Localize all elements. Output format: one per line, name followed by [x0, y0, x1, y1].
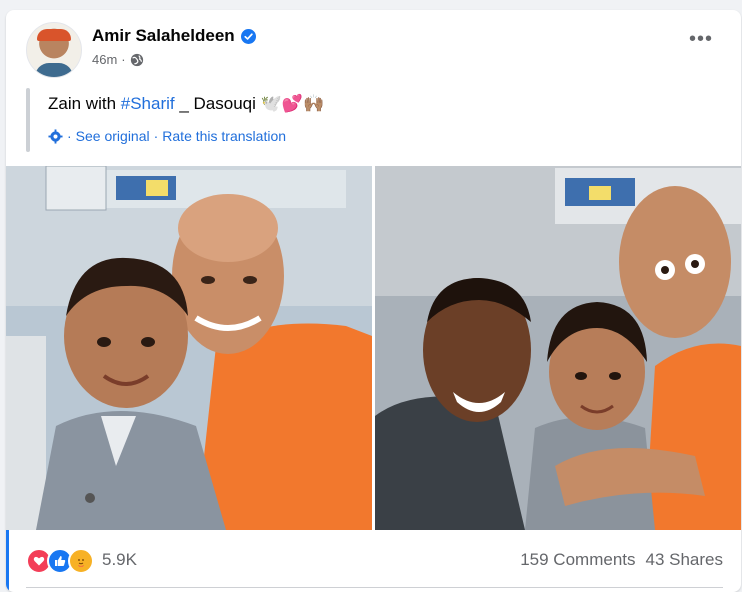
translate-separator-1: · — [67, 128, 72, 144]
translation-quote-bar — [26, 88, 30, 152]
photo-1-illustration — [6, 166, 372, 530]
comments-count[interactable]: 159 Comments — [520, 550, 635, 570]
rate-translation-link[interactable]: Rate this translation — [162, 128, 286, 144]
more-options-icon[interactable]: ••• — [689, 29, 713, 49]
post-card: Amir Salaheldeen 46m · ••• Zain with #Sh… — [6, 10, 741, 592]
reaction-icons[interactable] — [26, 548, 94, 574]
post-meta: 46m · — [92, 52, 144, 67]
post-text-suffix: _ Dasouqi 🕊️💕🙌🏽 — [174, 94, 325, 113]
reaction-count[interactable]: 5.9K — [102, 550, 137, 570]
author-name[interactable]: Amir Salaheldeen — [92, 26, 235, 46]
translate-separator-2: · — [153, 128, 159, 144]
translation-row: · See original · Rate this translation — [48, 128, 286, 144]
shares-count[interactable]: 43 Shares — [646, 550, 724, 570]
photo-1[interactable] — [6, 166, 372, 530]
care-reaction-icon — [68, 548, 94, 574]
avatar-shirt — [35, 63, 73, 77]
gear-icon[interactable] — [48, 128, 63, 144]
meta-separator: · — [121, 52, 126, 67]
post-time[interactable]: 46m — [92, 52, 117, 67]
engagement-bar: 5.9K 159 Comments 43 Shares — [6, 530, 741, 592]
engagement-divider — [26, 587, 723, 588]
verified-badge-icon — [240, 28, 256, 44]
see-original-link[interactable]: See original — [76, 128, 150, 144]
post-text: Zain with #Sharif _ Dasouqi 🕊️💕🙌🏽 — [48, 94, 324, 114]
photo-grid — [6, 166, 741, 530]
author-avatar[interactable] — [26, 22, 82, 78]
author-row: Amir Salaheldeen — [92, 26, 256, 46]
photo-2-illustration — [375, 166, 741, 530]
hashtag-link[interactable]: #Sharif — [121, 94, 175, 113]
globe-icon[interactable] — [130, 53, 144, 67]
comment-share-counts: 159 Comments 43 Shares — [520, 550, 723, 570]
avatar-hat — [37, 29, 71, 41]
post-text-prefix: Zain with — [48, 94, 121, 113]
photo-2[interactable] — [375, 166, 741, 530]
